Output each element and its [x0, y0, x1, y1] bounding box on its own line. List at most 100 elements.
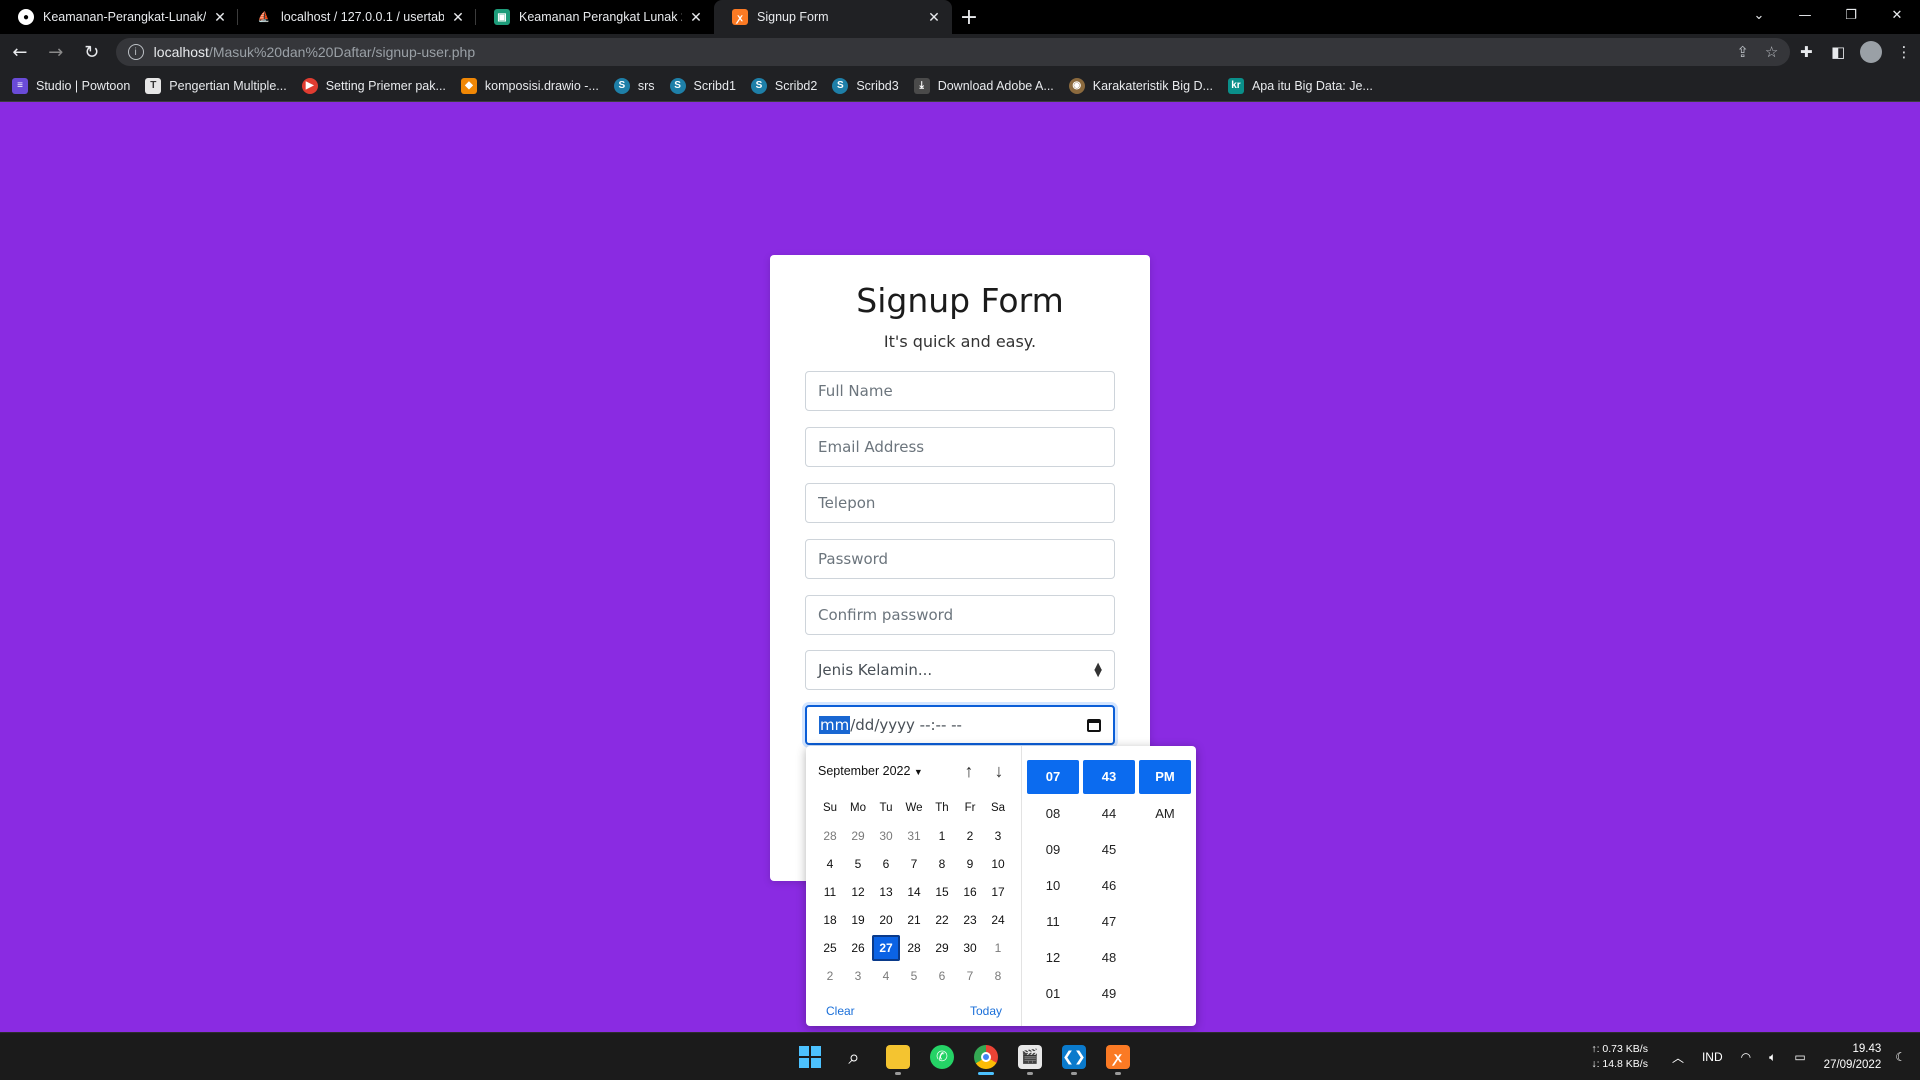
reload-icon[interactable]: ↻ — [76, 36, 108, 68]
month-year-dropdown[interactable]: September 2022 ▼ — [818, 764, 954, 778]
minute-option[interactable]: 47 — [1083, 904, 1135, 940]
tab-github[interactable]: ● Keamanan-Perangkat-Lunak/Tug ✕ — [0, 0, 238, 34]
full-name-field[interactable] — [805, 371, 1115, 411]
calendar-day[interactable]: 7 — [956, 963, 984, 989]
calendar-day[interactable]: 19 — [844, 907, 872, 933]
meridiem-option[interactable]: AM — [1139, 796, 1191, 832]
confirm-password-field[interactable] — [805, 595, 1115, 635]
address-bar[interactable]: i localhost /Masuk%20dan%20Daftar/signup… — [115, 38, 1791, 66]
calendar-day[interactable]: 25 — [816, 935, 844, 961]
taskbar-vscode[interactable]: ❮❯ — [1052, 1037, 1096, 1077]
bookmark-item[interactable]: T Pengertian Multiple... — [145, 77, 287, 94]
tab-search-icon[interactable]: ⌄ — [1736, 0, 1782, 30]
calendar-day[interactable]: 28 — [816, 823, 844, 849]
calendar-day[interactable]: 1 — [984, 935, 1012, 961]
share-icon[interactable]: ⇪ — [1736, 43, 1749, 61]
calendar-day[interactable]: 11 — [816, 879, 844, 905]
hours-column[interactable]: 07 08 09 10 11 12 01 — [1027, 760, 1079, 1012]
meridiem-selected[interactable]: PM — [1139, 760, 1191, 794]
bookmark-item[interactable]: S Scribd3 — [832, 77, 899, 94]
email-input[interactable] — [818, 438, 1102, 456]
minute-option[interactable]: 49 — [1083, 976, 1135, 1012]
battery-icon[interactable]: ▭ — [1794, 1050, 1805, 1064]
calendar-day[interactable]: 29 — [928, 935, 956, 961]
bookmark-item[interactable]: ▶ Setting Priemer pak... — [301, 77, 446, 94]
bookmark-item[interactable]: ⤓ Download Adobe A... — [913, 77, 1054, 94]
bookmark-item[interactable]: S Scribd1 — [669, 77, 736, 94]
forward-icon[interactable]: → — [40, 36, 72, 68]
calendar-day[interactable]: 3 — [844, 963, 872, 989]
ampm-column[interactable]: PM AM — [1139, 760, 1191, 832]
calendar-day[interactable]: 9 — [956, 851, 984, 877]
extensions-icon[interactable]: ✚ — [1790, 36, 1822, 68]
taskbar-xampp[interactable]: ꭗ — [1096, 1037, 1140, 1077]
minutes-column[interactable]: 43 44 45 46 47 48 49 — [1083, 760, 1135, 1012]
hour-option[interactable]: 01 — [1027, 976, 1079, 1012]
notification-icon[interactable]: ☾ — [1895, 1050, 1906, 1064]
minute-option[interactable]: 48 — [1083, 940, 1135, 976]
calendar-day[interactable]: 6 — [928, 963, 956, 989]
phone-input[interactable] — [818, 494, 1102, 512]
menu-icon[interactable]: ⋮ — [1888, 36, 1920, 68]
calendar-day[interactable]: 12 — [844, 879, 872, 905]
hour-option[interactable]: 11 — [1027, 904, 1079, 940]
minute-option[interactable]: 46 — [1083, 868, 1135, 904]
bookmark-item[interactable]: Ssrs — [613, 77, 655, 94]
hour-option[interactable]: 08 — [1027, 796, 1079, 832]
calendar-day-selected[interactable]: 27 — [872, 935, 900, 961]
datetime-input[interactable]: mm/dd/yyyy --:-- -- — [805, 705, 1115, 745]
minute-option[interactable]: 44 — [1083, 796, 1135, 832]
bookmark-item[interactable]: ◆ komposisi.drawio -... — [460, 77, 599, 94]
bookmark-star-icon[interactable]: ☆ — [1765, 43, 1778, 61]
bookmark-item[interactable]: ≡ Studio | Powtoon — [12, 77, 130, 94]
close-icon[interactable]: ✕ — [926, 9, 942, 26]
close-icon[interactable]: ✕ — [688, 9, 704, 26]
tab-signup-form[interactable]: ꭗ Signup Form ✕ — [714, 0, 952, 34]
calendar-day[interactable]: 4 — [816, 851, 844, 877]
arrow-down-icon[interactable]: ↓ — [984, 761, 1014, 782]
restore-icon[interactable]: ❐ — [1828, 0, 1874, 30]
confirm-password-input[interactable] — [818, 606, 1102, 624]
calendar-day[interactable]: 22 — [928, 907, 956, 933]
new-tab-button[interactable]: + — [952, 0, 986, 34]
taskbar-whatsapp[interactable]: ✆ — [920, 1037, 964, 1077]
side-panel-icon[interactable]: ◧ — [1822, 36, 1854, 68]
close-icon[interactable]: ✕ — [212, 9, 228, 26]
site-info-icon[interactable]: i — [127, 44, 144, 60]
calendar-day[interactable]: 6 — [872, 851, 900, 877]
taskbar-clapper-app[interactable]: 🎬 — [1008, 1037, 1052, 1077]
chevron-up-icon[interactable]: ︿ — [1672, 1049, 1684, 1066]
start-button[interactable] — [788, 1037, 832, 1077]
bookmark-item[interactable]: ◉ Karakateristik Big D... — [1068, 77, 1213, 94]
phone-field[interactable] — [805, 483, 1115, 523]
search-button[interactable]: ⌕ — [832, 1037, 876, 1077]
language-indicator[interactable]: IND — [1702, 1050, 1723, 1064]
calendar-day[interactable]: 4 — [872, 963, 900, 989]
tab-phpmyadmin[interactable]: ⛵ localhost / 127.0.0.1 / usertable | ✕ — [238, 0, 476, 34]
profile-avatar[interactable] — [1860, 41, 1883, 63]
hour-option[interactable]: 10 — [1027, 868, 1079, 904]
volume-icon[interactable]: 🔈︎ — [1769, 1050, 1776, 1065]
full-name-input[interactable] — [818, 382, 1102, 400]
bookmark-item[interactable]: S Scribd2 — [750, 77, 817, 94]
clear-button[interactable]: Clear — [826, 1004, 855, 1018]
close-window-icon[interactable]: ✕ — [1874, 0, 1920, 30]
calendar-day[interactable]: 7 — [900, 851, 928, 877]
calendar-day[interactable]: 17 — [984, 879, 1012, 905]
calendar-day[interactable]: 24 — [984, 907, 1012, 933]
calendar-day[interactable]: 14 — [900, 879, 928, 905]
calendar-day[interactable]: 8 — [928, 851, 956, 877]
today-button[interactable]: Today — [970, 1004, 1002, 1018]
email-field[interactable] — [805, 427, 1115, 467]
calendar-day[interactable]: 29 — [844, 823, 872, 849]
calendar-day[interactable]: 2 — [956, 823, 984, 849]
calendar-day[interactable]: 10 — [984, 851, 1012, 877]
calendar-day[interactable]: 3 — [984, 823, 1012, 849]
password-field[interactable] — [805, 539, 1115, 579]
tab-classroom[interactable]: ▣ Keamanan Perangkat Lunak 2020 ✕ — [476, 0, 714, 34]
arrow-up-icon[interactable]: ↑ — [954, 761, 984, 782]
calendar-day[interactable]: 5 — [844, 851, 872, 877]
taskbar-chrome[interactable] — [964, 1037, 1008, 1077]
datetime-month-segment[interactable]: mm — [819, 716, 851, 734]
calendar-day[interactable]: 31 — [900, 823, 928, 849]
